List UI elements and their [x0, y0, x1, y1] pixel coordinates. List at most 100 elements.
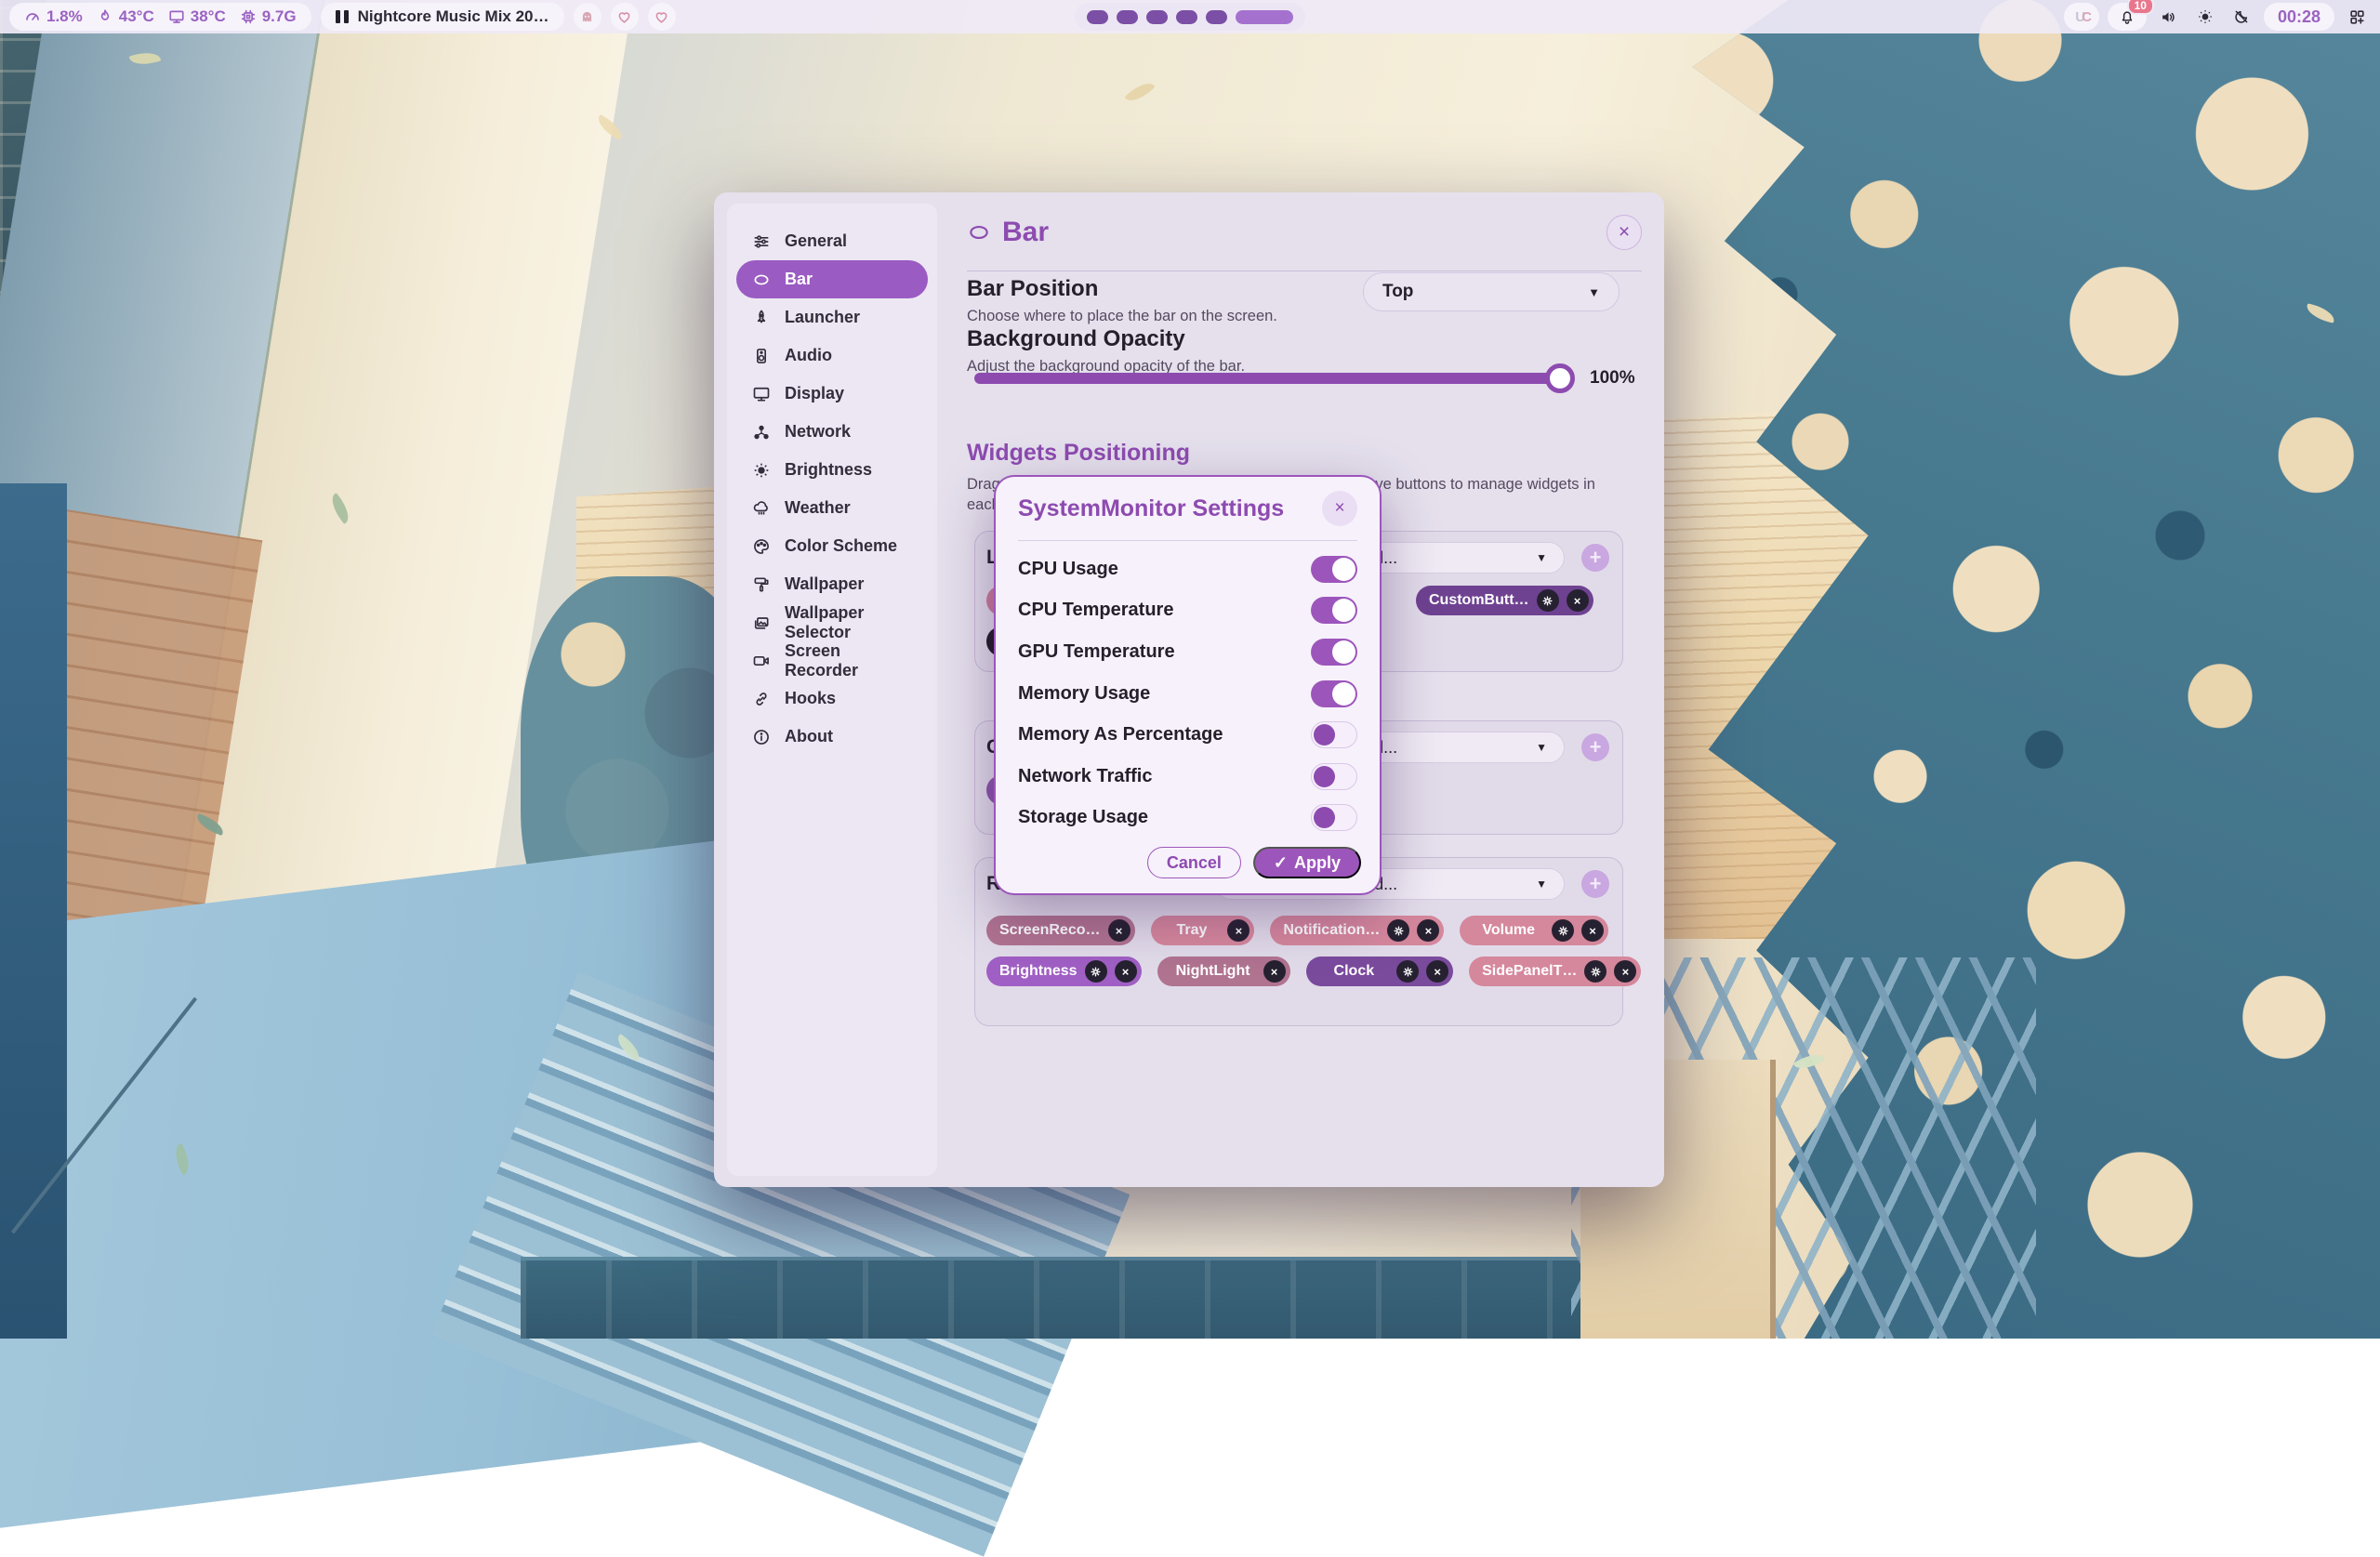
chevron-down-icon: ▼	[1536, 741, 1547, 754]
widget-settings-button[interactable]	[1387, 919, 1409, 942]
widget-remove-button[interactable]: ×	[1614, 960, 1636, 983]
notifications-button[interactable]: 10	[2108, 3, 2147, 31]
favorite-button[interactable]	[611, 3, 639, 31]
widget-remove-button[interactable]: ×	[1263, 960, 1286, 983]
slider-knob[interactable]	[1545, 363, 1575, 393]
toggle-cpu-temperature[interactable]	[1311, 597, 1357, 624]
night-light-button[interactable]	[2228, 3, 2255, 31]
tray-app-button[interactable]: UC	[2064, 3, 2099, 31]
remove-icon: ×	[1271, 965, 1278, 979]
widget-settings-button[interactable]	[1552, 919, 1574, 942]
sidebar-item-label: Network	[785, 422, 851, 442]
workspace-dot[interactable]	[1087, 10, 1108, 24]
dashboard-button[interactable]	[2343, 3, 2371, 31]
memory-value: 9.7G	[262, 7, 297, 26]
images-icon	[752, 614, 771, 632]
sidebar-item-about[interactable]: About	[736, 718, 928, 756]
widget-remove-button[interactable]: ×	[1108, 919, 1130, 942]
sidebar-item-launcher[interactable]: Launcher	[736, 298, 928, 336]
emoji-button[interactable]	[574, 3, 602, 31]
widget-settings-button[interactable]	[1085, 960, 1107, 983]
widget-remove-button[interactable]: ×	[1426, 960, 1448, 983]
widget-chip[interactable]: NightLight ×	[1157, 957, 1290, 986]
workspace-active-pill[interactable]	[1236, 10, 1293, 24]
toggle-label: Memory As Percentage	[1018, 724, 1223, 746]
divider	[967, 270, 1642, 271]
sidebar-item-audio[interactable]: Audio	[736, 336, 928, 375]
chevron-down-icon: ▼	[1536, 877, 1547, 891]
sidebar-item-display[interactable]: Display	[736, 375, 928, 413]
widget-chip[interactable]: Volume ×	[1460, 916, 1608, 945]
link-icon	[752, 690, 771, 708]
workspace-dot[interactable]	[1117, 10, 1138, 24]
palette-icon	[752, 537, 771, 556]
sidebar-item-hooks[interactable]: Hooks	[736, 680, 928, 718]
bar-position-select[interactable]: Top ▼	[1363, 272, 1620, 311]
widget-chip[interactable]: ScreenReco… ×	[986, 916, 1135, 945]
widget-chip-row: Brightness × NightLight × Clock × SidePa…	[986, 957, 1611, 986]
sidebar-item-brightness[interactable]: Brightness	[736, 451, 928, 489]
opacity-slider[interactable]	[974, 373, 1573, 384]
toggle-gpu-temperature[interactable]	[1311, 639, 1357, 666]
apply-label: Apply	[1294, 853, 1341, 873]
window-close-button[interactable]: ×	[1606, 215, 1642, 250]
workspace-dot[interactable]	[1146, 10, 1168, 24]
toggle-memory-as-percentage[interactable]	[1311, 721, 1357, 748]
add-widget-button[interactable]: +	[1581, 733, 1609, 761]
grid-plus-icon	[2348, 8, 2366, 26]
sidebar-item-bar[interactable]: Bar	[736, 260, 928, 298]
widget-chip[interactable]: SidePanelT… ×	[1469, 957, 1641, 986]
toggle-knob	[1332, 599, 1355, 622]
widget-chip[interactable]: Tray ×	[1151, 916, 1255, 945]
toggle-label: Memory Usage	[1018, 683, 1150, 705]
widget-settings-button[interactable]	[1584, 960, 1606, 983]
sidebar-item-label: Screen Recorder	[785, 641, 912, 680]
gear-icon	[1402, 966, 1414, 978]
sidebar-item-label: Bar	[785, 270, 813, 289]
widget-chip[interactable]: Clock ×	[1306, 957, 1454, 986]
modal-close-button[interactable]: ×	[1322, 491, 1357, 526]
toggle-memory-usage[interactable]	[1311, 680, 1357, 707]
sidebar-item-general[interactable]: General	[736, 222, 928, 260]
clock-module[interactable]: 00:28	[2264, 3, 2334, 31]
toggle-storage-usage[interactable]	[1311, 804, 1357, 831]
workspace-dot[interactable]	[1176, 10, 1197, 24]
widget-chip[interactable]: Notification… ×	[1270, 916, 1444, 945]
widget-remove-button[interactable]: ×	[1567, 589, 1589, 612]
pause-icon[interactable]	[336, 10, 349, 23]
toggle-label: CPU Usage	[1018, 559, 1118, 580]
close-icon: ×	[1619, 221, 1630, 244]
apply-button[interactable]: ✓Apply	[1253, 847, 1361, 878]
chevron-down-icon: ▼	[1536, 551, 1547, 564]
media-title: Nightcore Music Mix 20…	[358, 7, 549, 26]
sidebar-item-wallpaper-selector[interactable]: Wallpaper Selector	[736, 603, 928, 641]
widget-remove-button[interactable]: ×	[1115, 960, 1137, 983]
cancel-button[interactable]: Cancel	[1147, 847, 1241, 878]
widget-remove-button[interactable]: ×	[1581, 919, 1604, 942]
sidebar-item-weather[interactable]: Weather	[736, 489, 928, 527]
sidebar-item-label: Color Scheme	[785, 536, 897, 556]
like-button[interactable]	[648, 3, 676, 31]
toggle-knob	[1332, 640, 1355, 664]
toggle-knob	[1314, 766, 1335, 787]
widget-remove-button[interactable]: ×	[1417, 919, 1439, 942]
add-widget-button[interactable]: +	[1581, 544, 1609, 572]
widget-remove-button[interactable]: ×	[1227, 919, 1250, 942]
volume-button[interactable]	[2155, 3, 2183, 31]
toggle-cpu-usage[interactable]	[1311, 556, 1357, 583]
toggle-network-traffic[interactable]	[1311, 763, 1357, 790]
sidebar-item-screen-recorder[interactable]: Screen Recorder	[736, 641, 928, 680]
widget-chip[interactable]: CustomButt… ×	[1416, 586, 1593, 615]
sidebar-item-network[interactable]: Network	[736, 413, 928, 451]
system-stats-module[interactable]: 1.8% 43°C 38°C 9.7G	[9, 3, 311, 31]
widget-settings-button[interactable]	[1396, 960, 1419, 983]
sidebar-item-wallpaper[interactable]: Wallpaper	[736, 565, 928, 603]
workspace-dot[interactable]	[1206, 10, 1227, 24]
heart-icon	[616, 9, 632, 25]
media-player-module[interactable]: Nightcore Music Mix 20…	[321, 3, 564, 31]
widget-chip[interactable]: Brightness ×	[986, 957, 1142, 986]
widget-settings-button[interactable]	[1537, 589, 1559, 612]
add-widget-button[interactable]: +	[1581, 870, 1609, 898]
sidebar-item-color-scheme[interactable]: Color Scheme	[736, 527, 928, 565]
brightness-button[interactable]	[2191, 3, 2219, 31]
